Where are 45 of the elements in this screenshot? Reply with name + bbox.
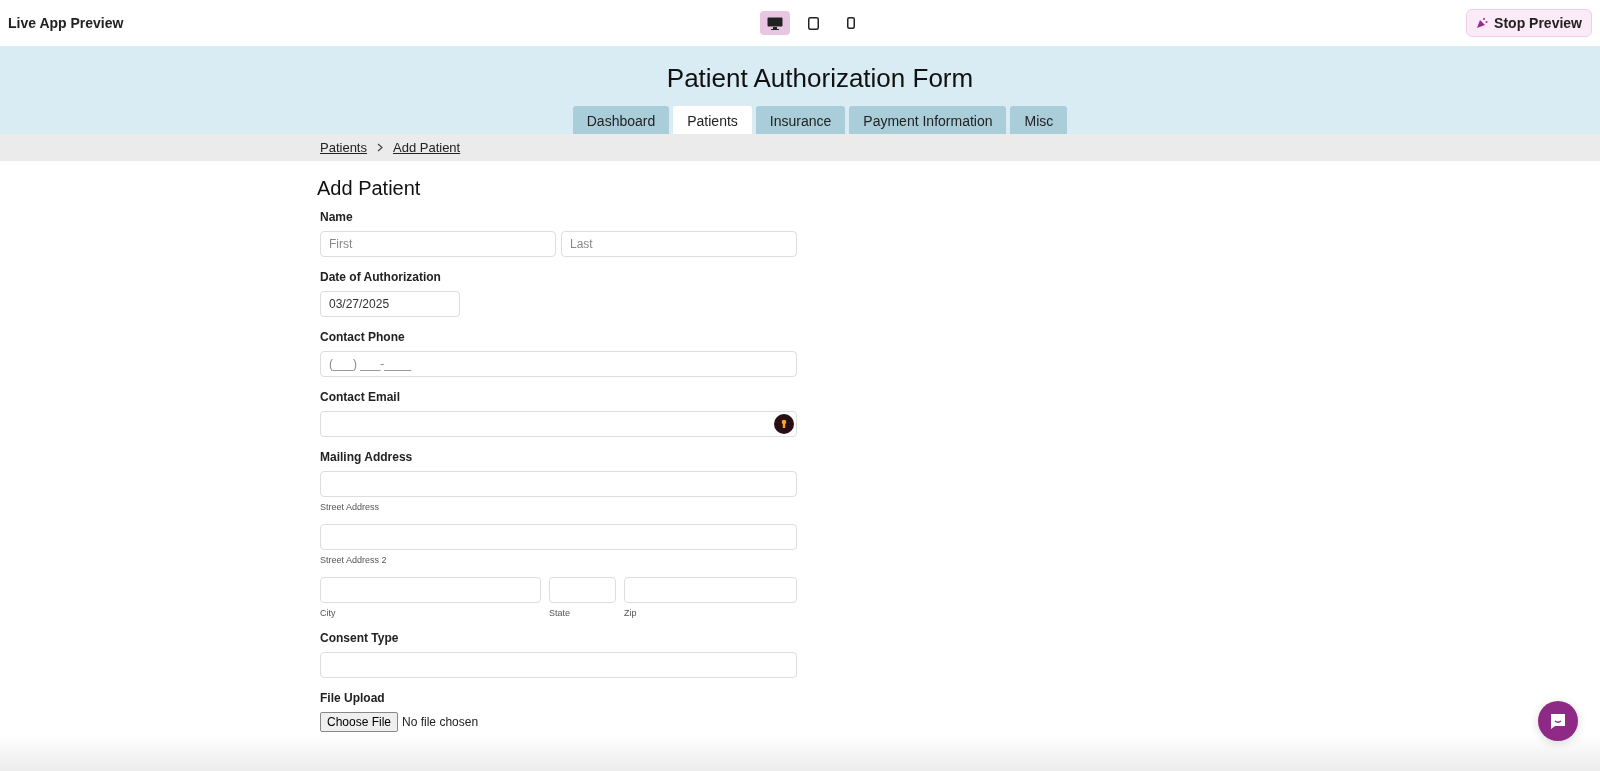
zip-field[interactable] bbox=[624, 577, 797, 603]
field-label: Contact Phone bbox=[320, 330, 406, 344]
app-title: Live App Preview bbox=[8, 15, 124, 31]
field-caption: City bbox=[320, 608, 337, 618]
street-address-2-field[interactable] bbox=[320, 524, 797, 550]
chevron-icon bbox=[377, 143, 383, 152]
section-title: Add Patient bbox=[317, 177, 422, 200]
tablet-icon bbox=[807, 16, 819, 30]
breadcrumb-link[interactable]: Patients bbox=[320, 140, 367, 155]
nav-tab[interactable]: Misc bbox=[1010, 106, 1068, 134]
choose-file-button[interactable]: Choose File bbox=[320, 712, 399, 732]
field-label: Name bbox=[320, 210, 354, 224]
field-caption: State bbox=[549, 608, 571, 618]
form-title: Patient Authorization Form bbox=[666, 63, 974, 94]
field-label: Mailing Address bbox=[320, 450, 414, 464]
field-label: Consent Type bbox=[320, 631, 400, 645]
input-field[interactable]: (___) ___-____ bbox=[320, 351, 797, 377]
breadcrumb-link[interactable]: Add Patient bbox=[393, 140, 461, 155]
stop-preview-button[interactable]: Stop Preview bbox=[1466, 9, 1592, 37]
phone-icon bbox=[847, 17, 855, 29]
last-name-field[interactable]: Last bbox=[561, 231, 797, 257]
field-label: File Upload bbox=[320, 691, 386, 705]
state-field[interactable] bbox=[549, 577, 616, 603]
nav-tab[interactable]: Patients bbox=[673, 106, 752, 134]
key-icon[interactable] bbox=[774, 414, 794, 434]
file-status: No file chosen bbox=[402, 715, 479, 729]
nav-tab[interactable]: Insurance bbox=[755, 106, 846, 134]
input-field[interactable] bbox=[320, 652, 797, 678]
chat-button[interactable] bbox=[1538, 701, 1578, 741]
party-popper-icon bbox=[1476, 17, 1489, 29]
city-field[interactable] bbox=[320, 577, 541, 603]
field-label: Date of Authorization bbox=[320, 270, 442, 284]
first-name-field[interactable]: First bbox=[320, 231, 556, 257]
street-address-field[interactable] bbox=[320, 471, 797, 497]
email-field[interactable] bbox=[320, 411, 797, 437]
field-caption: Street Address bbox=[320, 502, 381, 512]
desktop-view-button[interactable] bbox=[760, 11, 790, 35]
field-caption: Street Address 2 bbox=[320, 555, 388, 565]
field-caption: Zip bbox=[624, 608, 638, 618]
date-field[interactable]: 03/27/2025 bbox=[320, 291, 460, 317]
chat-icon bbox=[1549, 712, 1567, 730]
nav-tab[interactable]: Payment Information bbox=[849, 106, 1007, 134]
monitor-icon bbox=[767, 16, 783, 30]
field-label: Contact Email bbox=[320, 390, 401, 404]
nav-tab[interactable]: Dashboard bbox=[572, 106, 670, 134]
